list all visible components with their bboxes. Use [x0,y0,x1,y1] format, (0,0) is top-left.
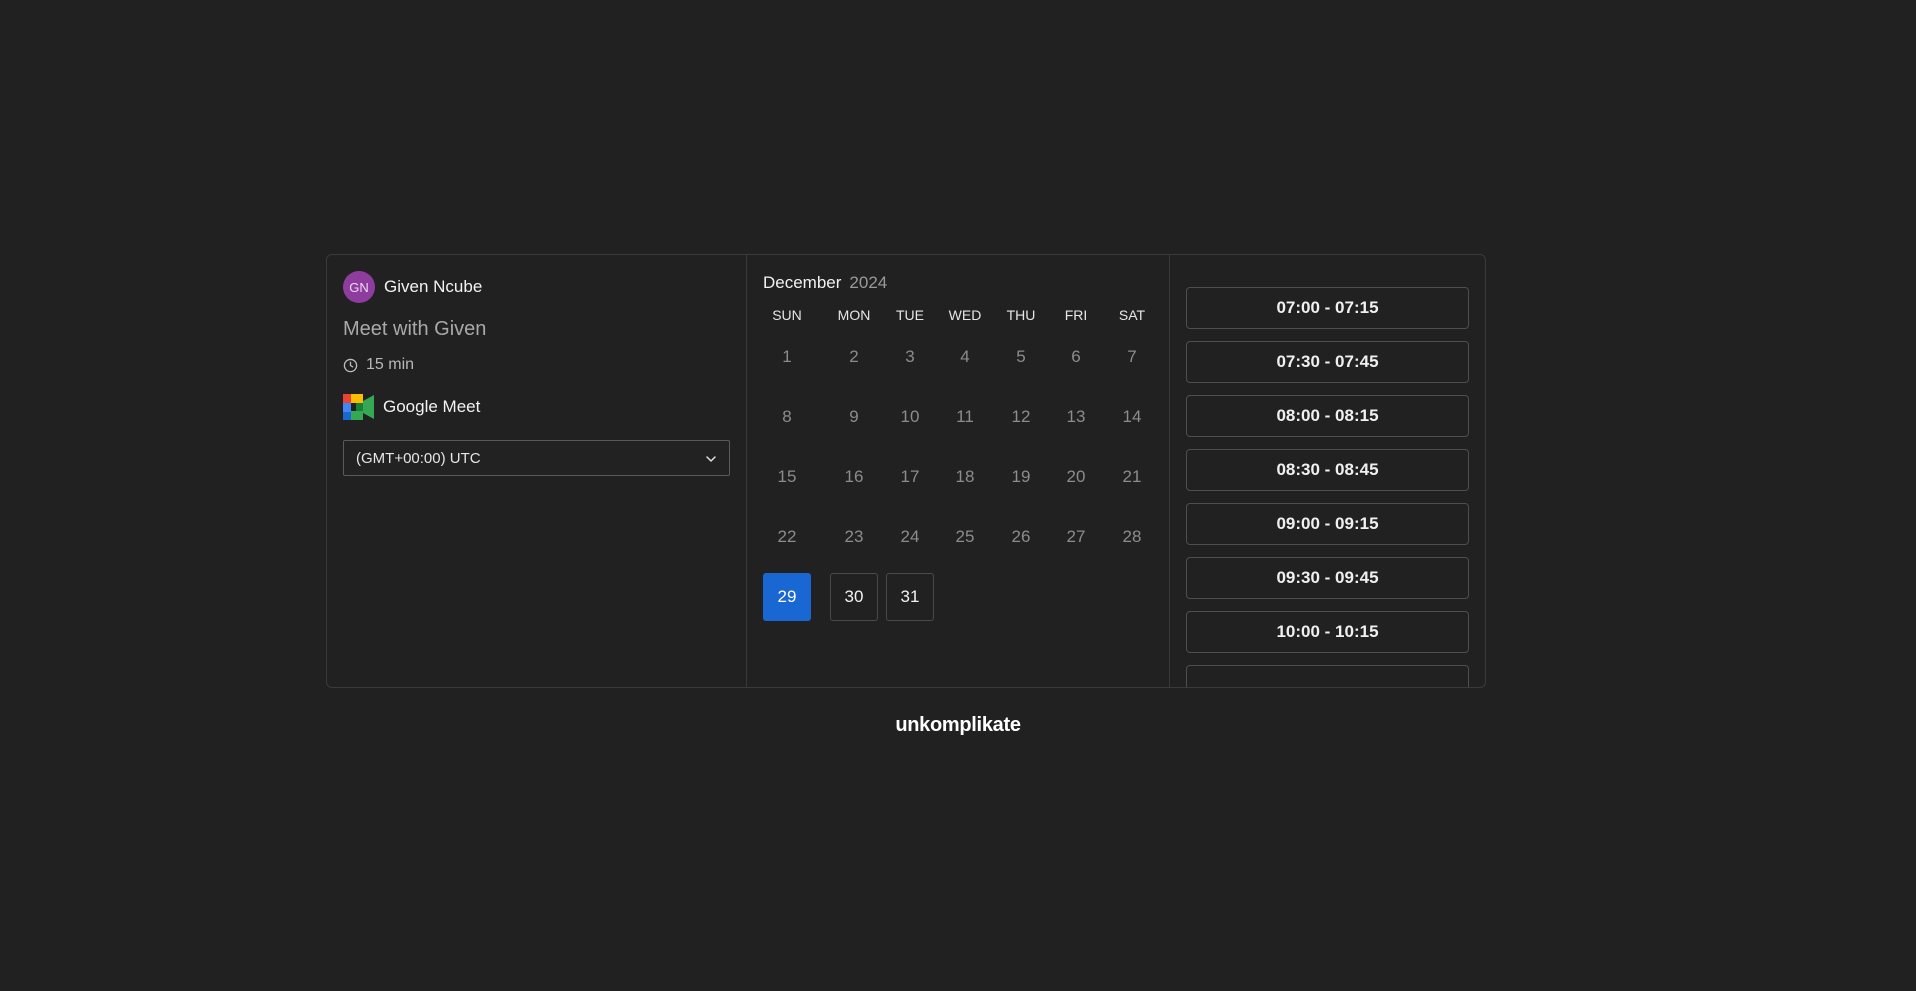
chevron-down-icon [705,452,717,464]
weekday-header: FRI [1064,307,1088,323]
host-info: GN Given Ncube [343,271,730,303]
time-slot-button[interactable]: 09:30 - 09:45 [1186,557,1469,599]
calendar-day: 19 [1011,467,1031,486]
calendar-day: 9 [849,407,859,426]
timezone-value: (GMT+00:00) UTC [356,449,481,467]
calendar-panel: December 2024 SUN MON TUE WED THU FRI SAT 1 2 3 4 5… [747,255,1170,687]
time-slot-button[interactable]: 08:30 - 08:45 [1186,449,1469,491]
brand-name: unkomplikate [895,714,1021,736]
event-title: Meet with Given [343,318,487,340]
month-header: December 2024 [763,273,1153,295]
calendar-day: 6 [1071,347,1081,366]
calendar-day: 11 [956,407,974,426]
brand-logo: unkomplikate [0,714,1916,737]
calendar-day: 17 [900,467,920,486]
calendar-day: 27 [1066,527,1086,546]
calendar-day: 4 [960,347,970,366]
weekday-header: TUE [896,307,924,323]
calendar-day: 15 [777,467,797,486]
calendar-day: 5 [1016,347,1026,366]
calendar-day: 1 [782,347,792,366]
weekday-header: SUN [772,307,802,323]
timezone-select[interactable]: (GMT+00:00) UTC [343,440,730,476]
calendar-day: 13 [1066,407,1086,426]
booking-card: GN Given Ncube Meet with Given 15 min Go… [326,254,1486,688]
calendar-day: 23 [844,527,864,546]
weekday-header: THU [1006,307,1036,323]
time-slot-button[interactable]: 09:00 - 09:15 [1186,503,1469,545]
time-slot-button[interactable]: 08:00 - 08:15 [1186,395,1469,437]
host-name: Given Ncube [384,277,483,296]
time-slot-button[interactable]: 10:00 - 10:15 [1186,611,1469,653]
time-slot-button-partial[interactable] [1186,665,1469,687]
duration-row: 15 min [343,355,730,375]
calendar-day: 18 [955,467,975,486]
weekday-header: WED [948,307,982,323]
available-day[interactable]: 30 [830,573,878,621]
time-slot-button[interactable]: 07:00 - 07:15 [1186,287,1469,329]
calendar-day: 25 [955,527,975,546]
time-slot-button[interactable]: 07:30 - 07:45 [1186,341,1469,383]
calendar-day: 20 [1066,467,1086,486]
event-details-panel: GN Given Ncube Meet with Given 15 min Go… [327,255,747,687]
avatar: GN [343,271,375,303]
calendar-day: 10 [900,407,920,426]
weekday-header: MON [837,307,871,323]
calendar-day: 16 [844,467,864,486]
selected-day[interactable]: 29 [763,573,811,621]
calendar-day: 3 [905,347,915,366]
clock-icon [343,358,358,373]
month-year: 2024 [849,273,888,292]
calendar-day: 8 [782,407,792,426]
calendar-day: 12 [1011,407,1031,426]
location-label: Google Meet [383,397,481,416]
time-slot-list: 07:00 - 07:15 07:30 - 07:45 08:00 - 08:15 0… [1170,255,1485,687]
available-day[interactable]: 31 [886,573,934,621]
google-meet-icon [343,394,374,420]
calendar-day: 28 [1122,527,1142,546]
calendar-day: 21 [1122,467,1142,486]
month-name: December [763,273,842,292]
duration-label: 15 min [366,356,415,373]
weekday-header: SAT [1118,307,1146,323]
calendar-day: 24 [900,527,920,546]
calendar-day: 2 [849,347,859,366]
calendar-day: 14 [1122,407,1142,426]
calendar-day: 22 [777,527,797,546]
location-row: Google Meet [343,393,730,421]
calendar-day: 7 [1127,347,1137,366]
calendar-grid: SUN MON TUE WED THU FRI SAT 1 2 3 4 5 6 7 8 9 10 11 12 13 14… [763,307,1153,647]
calendar-day: 26 [1011,527,1031,546]
